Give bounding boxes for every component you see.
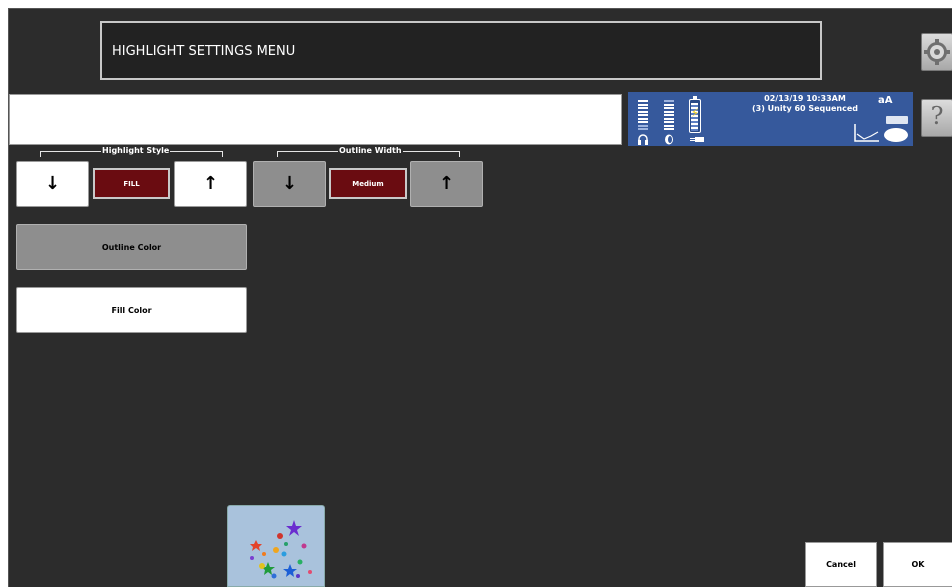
outline-width-value: Medium xyxy=(329,168,407,199)
outline-color-label: Outline Color xyxy=(101,242,162,252)
status-panel: ⚡ 02/13/19 10:33AM (3) Unity 60 Sequence… xyxy=(628,92,913,146)
ok-button[interactable]: OK xyxy=(883,542,952,587)
speaker-icon xyxy=(665,134,673,145)
page-title: HIGHLIGHT SETTINGS MENU xyxy=(112,44,296,59)
app-window: HIGHLIGHT SETTINGS MENU ? ⚡ 02/13/19 10:… xyxy=(8,8,952,587)
highlight-style-label: Highlight Style xyxy=(101,146,171,156)
app-logo[interactable] xyxy=(227,505,325,587)
arrow-down-icon: ↓ xyxy=(44,173,61,194)
volume-meter xyxy=(638,100,648,134)
graph-icon xyxy=(854,124,879,142)
outline-width-up-button[interactable]: ↑ xyxy=(410,161,483,207)
fill-color-label: Fill Color xyxy=(111,305,152,315)
title-bar: HIGHLIGHT SETTINGS MENU xyxy=(100,21,822,80)
plug-icon xyxy=(690,137,704,142)
settings-button[interactable] xyxy=(921,33,952,71)
help-button[interactable]: ? xyxy=(921,99,952,137)
headphones-icon xyxy=(638,134,648,145)
stars-logo-icon xyxy=(250,520,312,579)
highlight-style-value: FILL xyxy=(93,168,170,199)
outline-color-button[interactable]: Outline Color xyxy=(16,224,247,270)
screen: HIGHLIGHT SETTINGS MENU ? ⚡ 02/13/19 10:… xyxy=(0,0,952,587)
speaker-meter xyxy=(664,100,674,134)
battery-icon: ⚡ xyxy=(689,96,701,133)
speech-icon xyxy=(884,128,908,142)
highlight-style-down-button[interactable]: ↓ xyxy=(16,161,89,207)
message-bar[interactable] xyxy=(9,94,622,145)
cancel-button[interactable]: Cancel xyxy=(805,542,877,587)
text-size-icon: aA xyxy=(878,95,893,106)
outline-width-down-button[interactable]: ↓ xyxy=(253,161,326,207)
arrow-up-icon: ↑ xyxy=(202,173,219,194)
outline-width-label: Outline Width xyxy=(338,146,403,156)
arrow-up-icon: ↑ xyxy=(438,173,455,194)
gear-icon xyxy=(924,39,950,65)
keyboard-icon xyxy=(886,116,908,124)
status-mode: (3) Unity 60 Sequenced xyxy=(752,104,858,113)
help-icon: ? xyxy=(930,102,944,130)
fill-color-button[interactable]: Fill Color xyxy=(16,287,247,333)
highlight-style-up-button[interactable]: ↑ xyxy=(174,161,247,207)
arrow-down-icon: ↓ xyxy=(281,173,298,194)
status-date-time: 02/13/19 10:33AM xyxy=(764,94,846,103)
